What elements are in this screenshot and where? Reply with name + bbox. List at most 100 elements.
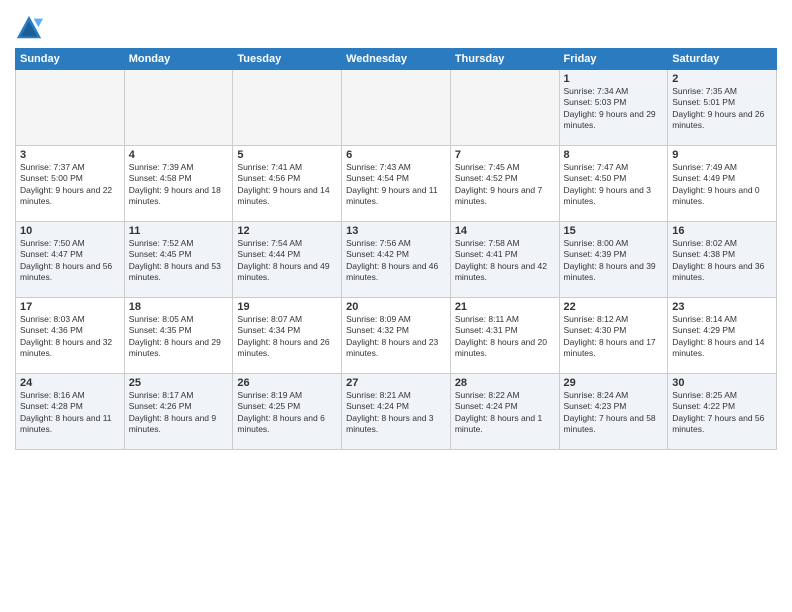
day-info: Sunrise: 7:34 AM Sunset: 5:03 PM Dayligh… — [564, 86, 664, 132]
day-number: 19 — [237, 301, 337, 313]
day-number: 16 — [672, 225, 772, 237]
day-number: 21 — [455, 301, 555, 313]
calendar-cell: 27Sunrise: 8:21 AM Sunset: 4:24 PM Dayli… — [342, 374, 451, 450]
day-info: Sunrise: 8:16 AM Sunset: 4:28 PM Dayligh… — [20, 390, 120, 436]
calendar-cell: 21Sunrise: 8:11 AM Sunset: 4:31 PM Dayli… — [450, 298, 559, 374]
day-info: Sunrise: 8:24 AM Sunset: 4:23 PM Dayligh… — [564, 390, 664, 436]
calendar-cell: 11Sunrise: 7:52 AM Sunset: 4:45 PM Dayli… — [124, 222, 233, 298]
day-info: Sunrise: 7:45 AM Sunset: 4:52 PM Dayligh… — [455, 162, 555, 208]
day-info: Sunrise: 8:00 AM Sunset: 4:39 PM Dayligh… — [564, 238, 664, 284]
day-info: Sunrise: 8:14 AM Sunset: 4:29 PM Dayligh… — [672, 314, 772, 360]
calendar-cell: 17Sunrise: 8:03 AM Sunset: 4:36 PM Dayli… — [16, 298, 125, 374]
day-info: Sunrise: 7:47 AM Sunset: 4:50 PM Dayligh… — [564, 162, 664, 208]
day-info: Sunrise: 7:56 AM Sunset: 4:42 PM Dayligh… — [346, 238, 446, 284]
day-number: 14 — [455, 225, 555, 237]
day-info: Sunrise: 8:19 AM Sunset: 4:25 PM Dayligh… — [237, 390, 337, 436]
calendar-cell: 20Sunrise: 8:09 AM Sunset: 4:32 PM Dayli… — [342, 298, 451, 374]
day-info: Sunrise: 7:37 AM Sunset: 5:00 PM Dayligh… — [20, 162, 120, 208]
calendar-week-3: 10Sunrise: 7:50 AM Sunset: 4:47 PM Dayli… — [16, 222, 777, 298]
day-number: 8 — [564, 149, 664, 161]
calendar-cell: 12Sunrise: 7:54 AM Sunset: 4:44 PM Dayli… — [233, 222, 342, 298]
day-number: 22 — [564, 301, 664, 313]
day-info: Sunrise: 8:21 AM Sunset: 4:24 PM Dayligh… — [346, 390, 446, 436]
day-info: Sunrise: 8:22 AM Sunset: 4:24 PM Dayligh… — [455, 390, 555, 436]
day-info: Sunrise: 8:02 AM Sunset: 4:38 PM Dayligh… — [672, 238, 772, 284]
day-number: 18 — [129, 301, 229, 313]
calendar-cell: 15Sunrise: 8:00 AM Sunset: 4:39 PM Dayli… — [559, 222, 668, 298]
calendar-cell: 2Sunrise: 7:35 AM Sunset: 5:01 PM Daylig… — [668, 70, 777, 146]
calendar-cell: 13Sunrise: 7:56 AM Sunset: 4:42 PM Dayli… — [342, 222, 451, 298]
day-number: 30 — [672, 377, 772, 389]
calendar-cell: 24Sunrise: 8:16 AM Sunset: 4:28 PM Dayli… — [16, 374, 125, 450]
day-info: Sunrise: 7:35 AM Sunset: 5:01 PM Dayligh… — [672, 86, 772, 132]
day-header-saturday: Saturday — [668, 49, 777, 70]
calendar-cell: 7Sunrise: 7:45 AM Sunset: 4:52 PM Daylig… — [450, 146, 559, 222]
logo — [15, 14, 45, 42]
calendar-cell: 18Sunrise: 8:05 AM Sunset: 4:35 PM Dayli… — [124, 298, 233, 374]
day-info: Sunrise: 7:49 AM Sunset: 4:49 PM Dayligh… — [672, 162, 772, 208]
calendar-cell: 23Sunrise: 8:14 AM Sunset: 4:29 PM Dayli… — [668, 298, 777, 374]
day-number: 6 — [346, 149, 446, 161]
day-number: 7 — [455, 149, 555, 161]
day-info: Sunrise: 7:50 AM Sunset: 4:47 PM Dayligh… — [20, 238, 120, 284]
day-info: Sunrise: 8:05 AM Sunset: 4:35 PM Dayligh… — [129, 314, 229, 360]
day-info: Sunrise: 7:39 AM Sunset: 4:58 PM Dayligh… — [129, 162, 229, 208]
day-number: 20 — [346, 301, 446, 313]
day-number: 28 — [455, 377, 555, 389]
calendar-cell — [233, 70, 342, 146]
day-number: 27 — [346, 377, 446, 389]
day-number: 2 — [672, 73, 772, 85]
page-container: SundayMondayTuesdayWednesdayThursdayFrid… — [0, 0, 792, 455]
day-info: Sunrise: 8:25 AM Sunset: 4:22 PM Dayligh… — [672, 390, 772, 436]
calendar-cell: 19Sunrise: 8:07 AM Sunset: 4:34 PM Dayli… — [233, 298, 342, 374]
calendar-cell: 8Sunrise: 7:47 AM Sunset: 4:50 PM Daylig… — [559, 146, 668, 222]
day-info: Sunrise: 8:03 AM Sunset: 4:36 PM Dayligh… — [20, 314, 120, 360]
calendar-cell — [16, 70, 125, 146]
day-number: 15 — [564, 225, 664, 237]
day-number: 24 — [20, 377, 120, 389]
day-header-monday: Monday — [124, 49, 233, 70]
day-info: Sunrise: 7:41 AM Sunset: 4:56 PM Dayligh… — [237, 162, 337, 208]
day-header-sunday: Sunday — [16, 49, 125, 70]
calendar-cell: 6Sunrise: 7:43 AM Sunset: 4:54 PM Daylig… — [342, 146, 451, 222]
calendar-cell — [450, 70, 559, 146]
calendar-cell: 22Sunrise: 8:12 AM Sunset: 4:30 PM Dayli… — [559, 298, 668, 374]
calendar-cell: 5Sunrise: 7:41 AM Sunset: 4:56 PM Daylig… — [233, 146, 342, 222]
day-number: 26 — [237, 377, 337, 389]
day-info: Sunrise: 8:11 AM Sunset: 4:31 PM Dayligh… — [455, 314, 555, 360]
day-number: 9 — [672, 149, 772, 161]
calendar-header-row: SundayMondayTuesdayWednesdayThursdayFrid… — [16, 49, 777, 70]
day-number: 3 — [20, 149, 120, 161]
day-info: Sunrise: 7:58 AM Sunset: 4:41 PM Dayligh… — [455, 238, 555, 284]
calendar-cell: 30Sunrise: 8:25 AM Sunset: 4:22 PM Dayli… — [668, 374, 777, 450]
calendar-week-4: 17Sunrise: 8:03 AM Sunset: 4:36 PM Dayli… — [16, 298, 777, 374]
day-number: 17 — [20, 301, 120, 313]
day-info: Sunrise: 7:43 AM Sunset: 4:54 PM Dayligh… — [346, 162, 446, 208]
day-info: Sunrise: 8:07 AM Sunset: 4:34 PM Dayligh… — [237, 314, 337, 360]
day-header-friday: Friday — [559, 49, 668, 70]
day-number: 25 — [129, 377, 229, 389]
day-info: Sunrise: 8:17 AM Sunset: 4:26 PM Dayligh… — [129, 390, 229, 436]
day-info: Sunrise: 7:54 AM Sunset: 4:44 PM Dayligh… — [237, 238, 337, 284]
calendar-cell: 16Sunrise: 8:02 AM Sunset: 4:38 PM Dayli… — [668, 222, 777, 298]
calendar-cell: 28Sunrise: 8:22 AM Sunset: 4:24 PM Dayli… — [450, 374, 559, 450]
calendar-week-2: 3Sunrise: 7:37 AM Sunset: 5:00 PM Daylig… — [16, 146, 777, 222]
header — [15, 10, 777, 42]
calendar-week-5: 24Sunrise: 8:16 AM Sunset: 4:28 PM Dayli… — [16, 374, 777, 450]
day-number: 23 — [672, 301, 772, 313]
day-header-thursday: Thursday — [450, 49, 559, 70]
day-number: 29 — [564, 377, 664, 389]
day-header-wednesday: Wednesday — [342, 49, 451, 70]
day-number: 10 — [20, 225, 120, 237]
day-header-tuesday: Tuesday — [233, 49, 342, 70]
day-number: 4 — [129, 149, 229, 161]
calendar-week-1: 1Sunrise: 7:34 AM Sunset: 5:03 PM Daylig… — [16, 70, 777, 146]
calendar-cell — [124, 70, 233, 146]
calendar-cell: 29Sunrise: 8:24 AM Sunset: 4:23 PM Dayli… — [559, 374, 668, 450]
calendar-table: SundayMondayTuesdayWednesdayThursdayFrid… — [15, 48, 777, 450]
day-number: 13 — [346, 225, 446, 237]
calendar-cell — [342, 70, 451, 146]
logo-icon — [15, 14, 43, 42]
day-info: Sunrise: 8:09 AM Sunset: 4:32 PM Dayligh… — [346, 314, 446, 360]
calendar-cell: 3Sunrise: 7:37 AM Sunset: 5:00 PM Daylig… — [16, 146, 125, 222]
